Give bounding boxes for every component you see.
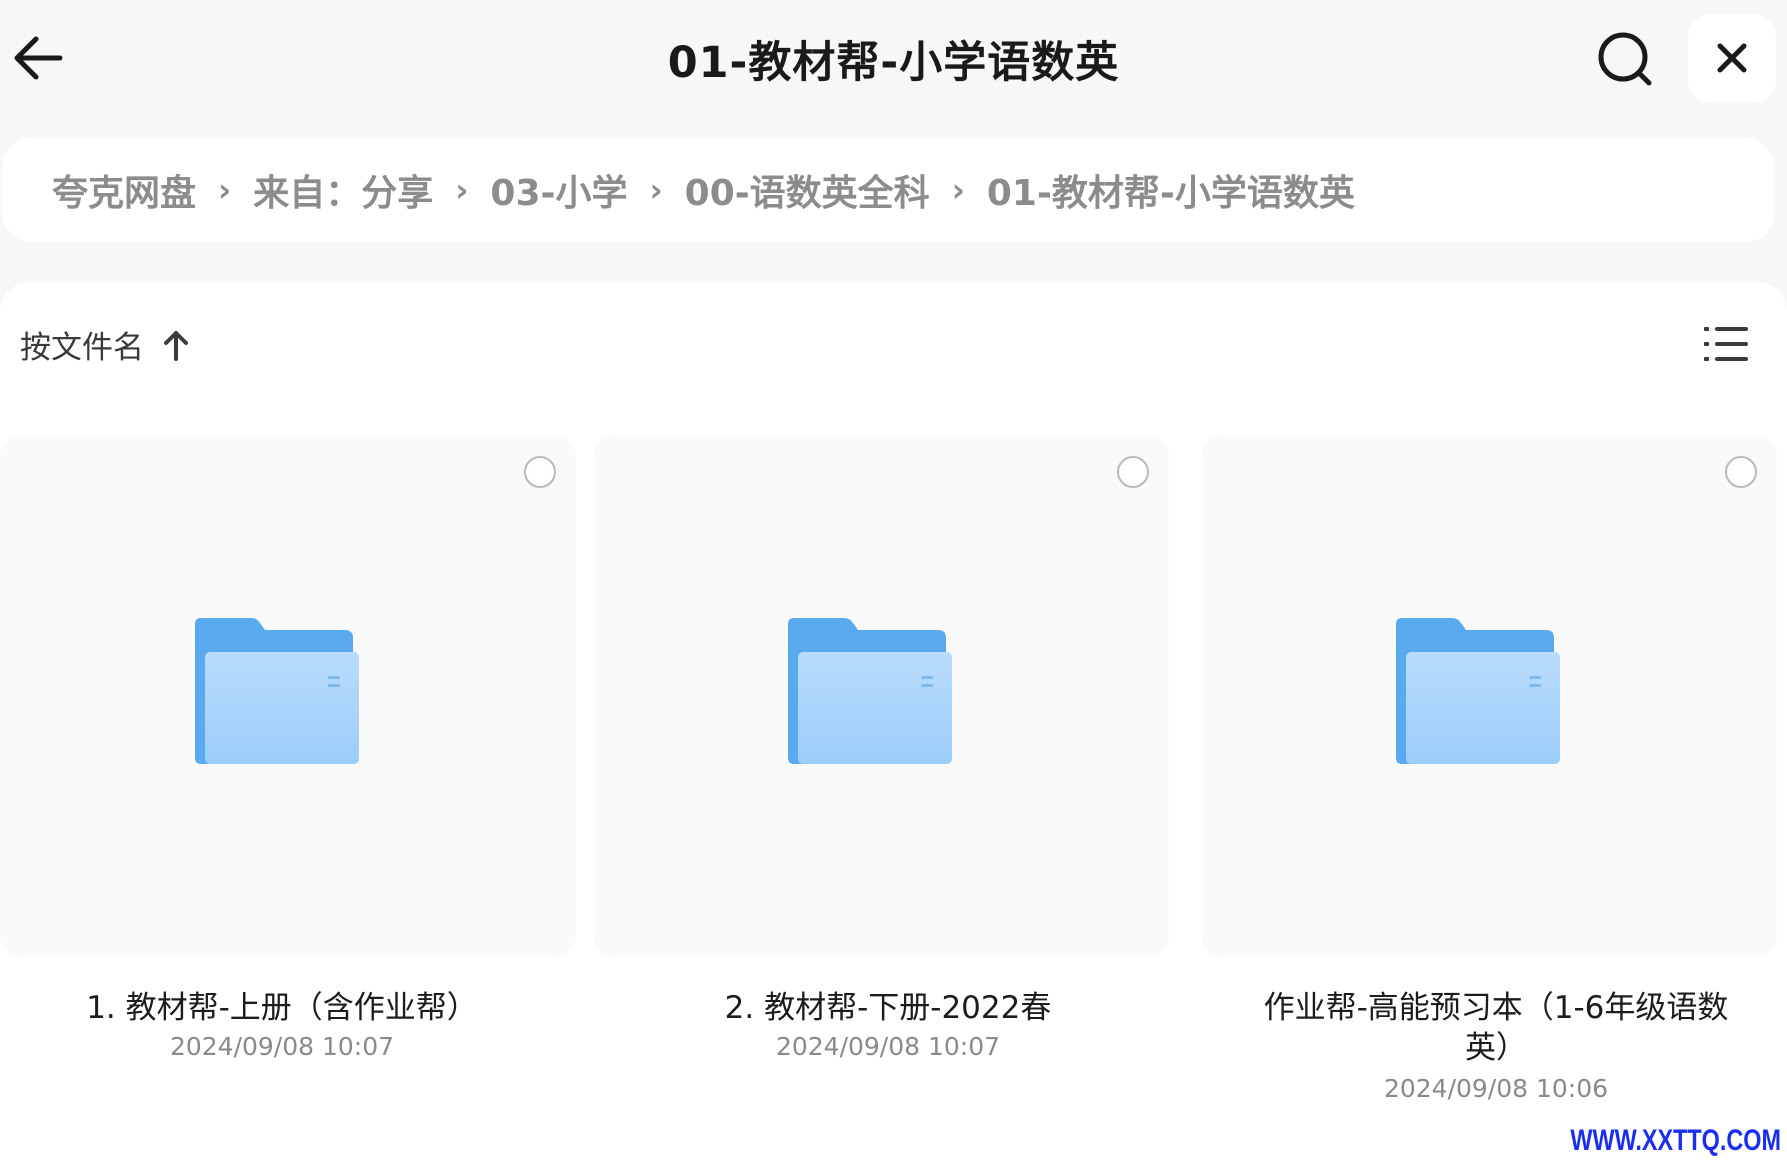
breadcrumb-separator: › <box>218 171 232 209</box>
folder-card[interactable] <box>0 436 576 956</box>
folder-icon <box>1396 618 1560 764</box>
breadcrumb-item-current[interactable]: 01-教材帮-小学语数英 <box>987 164 1355 216</box>
select-checkbox[interactable] <box>1725 456 1757 488</box>
folder-icon <box>195 618 359 764</box>
folder-icon <box>788 618 952 764</box>
breadcrumb-item-all-subjects[interactable]: 00-语数英全科 <box>685 164 930 216</box>
folder-date: 2024/09/08 10:07 <box>169 1032 395 1061</box>
sort-label: 按文件名 <box>20 330 144 366</box>
breadcrumb: 夸克网盘 › 来自：分享 › 03-小学 › 00-语数英全科 › 01-教材帮… <box>2 138 1775 242</box>
close-button[interactable] <box>1688 14 1776 102</box>
folder-name[interactable]: 作业帮-高能预习本（1-6年级语数 英） <box>1216 988 1776 1068</box>
sort-button[interactable]: 按文件名 <box>20 322 190 367</box>
folder-name[interactable]: 1. 教材帮-上册（含作业帮） <box>2 988 562 1028</box>
folder-name-line1: 作业帮-高能预习本（1-6年级语数 <box>1263 990 1729 1026</box>
breadcrumb-separator: › <box>649 171 663 209</box>
list-view-icon <box>1704 327 1748 361</box>
site-watermark: WWW.XXTTQ.COM <box>1570 1124 1781 1157</box>
search-button[interactable] <box>1594 28 1656 90</box>
page-title: 01-教材帮-小学语数英 <box>667 38 1120 88</box>
close-icon <box>1717 43 1747 73</box>
search-icon <box>1598 32 1652 86</box>
arrow-up-icon <box>164 330 188 361</box>
breadcrumb-separator: › <box>951 171 965 209</box>
folder-name-line2: 英） <box>1465 1030 1527 1066</box>
folder-date: 2024/09/08 10:06 <box>1383 1074 1609 1103</box>
folder-date: 2024/09/08 10:07 <box>775 1032 1001 1061</box>
breadcrumb-item-primary[interactable]: 03-小学 <box>490 164 627 216</box>
breadcrumb-separator: › <box>455 171 469 209</box>
breadcrumb-item-root[interactable]: 夸克网盘 <box>52 164 196 216</box>
breadcrumb-item-share[interactable]: 来自：分享 <box>253 164 433 216</box>
select-checkbox[interactable] <box>524 456 556 488</box>
folder-card[interactable] <box>1201 436 1777 956</box>
file-panel: 按文件名 1. 教材帮-上册（含作业帮） 2024/09/08 10:07 2.… <box>0 282 1787 1164</box>
top-bar: 01-教材帮-小学语数英 <box>0 0 1787 122</box>
folder-name[interactable]: 2. 教材帮-下册-2022春 <box>608 988 1168 1028</box>
folder-card[interactable] <box>593 436 1169 956</box>
view-toggle-button[interactable] <box>1702 322 1750 366</box>
select-checkbox[interactable] <box>1117 456 1149 488</box>
